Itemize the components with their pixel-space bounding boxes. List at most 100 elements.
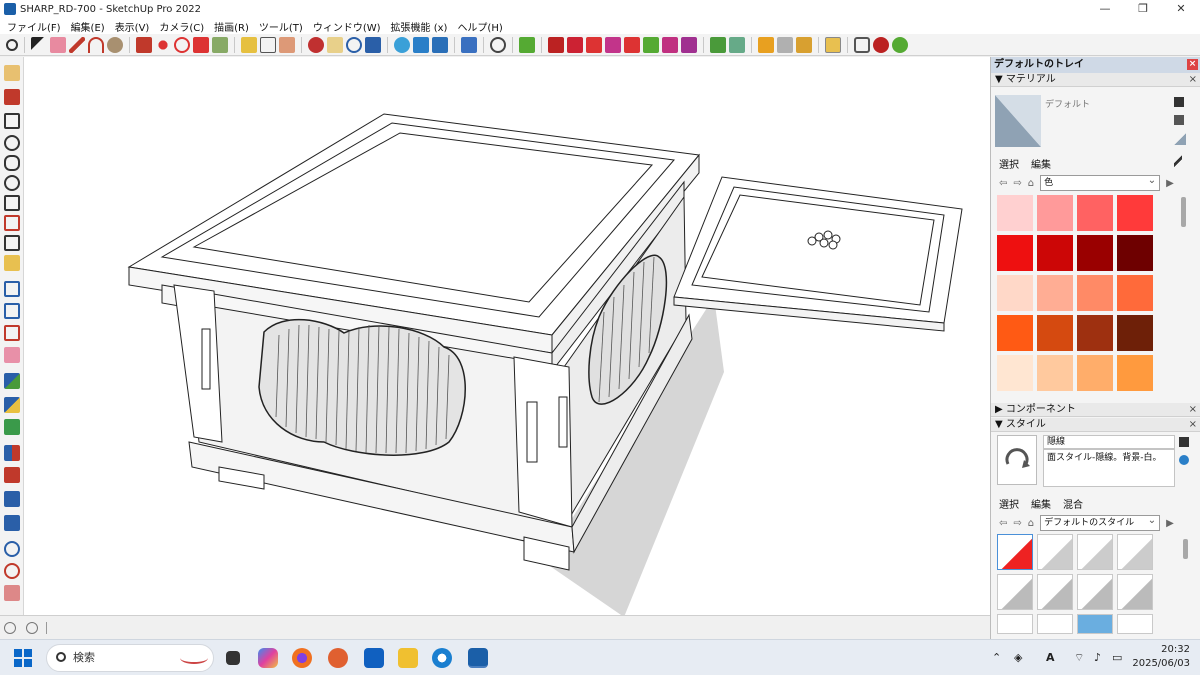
swatch[interactable] bbox=[1077, 235, 1113, 271]
rotate-icon[interactable] bbox=[174, 36, 190, 53]
styles-icon[interactable] bbox=[758, 36, 774, 53]
styles-details-arrow-icon[interactable]: ▶ bbox=[1166, 518, 1174, 529]
maximize-icon[interactable]: ❐ bbox=[1124, 0, 1162, 18]
taskbar-clock[interactable]: 20:32 2025/06/03 bbox=[1132, 643, 1190, 671]
swatch[interactable] bbox=[1037, 275, 1073, 311]
intersect-icon[interactable] bbox=[567, 36, 583, 53]
tray-app-icon[interactable]: ◈ bbox=[1014, 651, 1022, 664]
tape-icon[interactable] bbox=[4, 255, 20, 271]
swatch[interactable] bbox=[997, 195, 1033, 231]
default-material-icon[interactable] bbox=[1174, 133, 1186, 145]
tab-select[interactable]: 選択 bbox=[997, 155, 1021, 172]
tape-measure-icon[interactable] bbox=[241, 36, 257, 53]
tab-edit[interactable]: 編集 bbox=[1029, 155, 1053, 172]
info-icon[interactable] bbox=[26, 622, 38, 634]
swatch[interactable] bbox=[1077, 315, 1113, 351]
style-thumb[interactable] bbox=[997, 574, 1033, 610]
swatch[interactable] bbox=[1077, 195, 1113, 231]
home-icon[interactable]: ⌂ bbox=[1028, 178, 1034, 189]
file-explorer-icon[interactable] bbox=[398, 648, 418, 668]
dimension-icon[interactable] bbox=[4, 373, 20, 389]
arc-icon[interactable] bbox=[88, 36, 104, 53]
scale-icon[interactable] bbox=[193, 36, 209, 53]
position-camera-icon[interactable] bbox=[4, 491, 20, 507]
3d-text-icon[interactable] bbox=[4, 419, 20, 435]
styles-scrollbar[interactable] bbox=[1183, 539, 1188, 559]
styles-close-icon[interactable]: × bbox=[1189, 418, 1197, 432]
axes-icon[interactable] bbox=[279, 36, 295, 53]
menu-draw[interactable]: 描画(R) bbox=[209, 19, 254, 34]
styles-section-header[interactable]: ▼ スタイル × bbox=[991, 418, 1200, 432]
paint-bucket-icon[interactable] bbox=[107, 36, 123, 53]
copilot-icon[interactable] bbox=[258, 648, 278, 668]
sample-paint-icon[interactable] bbox=[1174, 115, 1184, 125]
pan-tool-icon[interactable] bbox=[4, 563, 20, 579]
merge-icon[interactable] bbox=[681, 36, 697, 53]
edge-icon[interactable] bbox=[432, 648, 452, 668]
style-thumb[interactable] bbox=[1037, 614, 1073, 634]
firefox-icon[interactable] bbox=[292, 648, 312, 668]
model-viewport[interactable] bbox=[24, 57, 990, 615]
style-thumb[interactable] bbox=[1117, 534, 1153, 570]
tab-styles-mix[interactable]: 混合 bbox=[1061, 495, 1085, 512]
fog-icon[interactable] bbox=[854, 36, 870, 53]
swatch[interactable] bbox=[997, 275, 1033, 311]
styles-forward-arrow-icon[interactable]: ⇨ bbox=[1013, 518, 1021, 529]
create-material-icon[interactable] bbox=[1174, 97, 1184, 107]
swatch[interactable] bbox=[1117, 315, 1153, 351]
swatch[interactable] bbox=[997, 235, 1033, 271]
swatch[interactable] bbox=[1117, 235, 1153, 271]
wifi-icon[interactable]: ⌔ bbox=[1074, 651, 1084, 665]
user-icon[interactable] bbox=[490, 36, 506, 53]
start-button[interactable] bbox=[14, 649, 32, 667]
layer-icon[interactable] bbox=[432, 36, 448, 53]
eyedropper-icon[interactable] bbox=[1174, 155, 1182, 167]
follow-me-icon[interactable] bbox=[4, 215, 20, 231]
styles-back-arrow-icon[interactable]: ⇦ bbox=[999, 518, 1007, 529]
menu-extensions[interactable]: 拡張機能 (x) bbox=[386, 19, 453, 34]
swatch[interactable] bbox=[997, 315, 1033, 351]
push-pull-tool-icon[interactable] bbox=[4, 235, 20, 251]
zoom-extents-icon[interactable] bbox=[365, 36, 381, 53]
line-tool-icon[interactable] bbox=[4, 89, 20, 105]
swatch[interactable] bbox=[1117, 355, 1153, 391]
zoom-window-icon[interactable] bbox=[4, 585, 20, 601]
pencil-tool-icon[interactable] bbox=[4, 65, 20, 81]
match-photo-icon[interactable] bbox=[873, 36, 889, 53]
menu-tools[interactable]: ツール(T) bbox=[254, 19, 308, 34]
minimize-icon[interactable]: — bbox=[1086, 0, 1124, 18]
outer-shell-icon[interactable] bbox=[548, 36, 564, 53]
solid-tools-icon[interactable] bbox=[519, 36, 535, 53]
swatch[interactable] bbox=[1117, 195, 1153, 231]
eraser-tool-icon[interactable] bbox=[4, 347, 20, 363]
move-icon[interactable] bbox=[155, 36, 171, 53]
swatch[interactable] bbox=[1037, 195, 1073, 231]
style-thumb[interactable] bbox=[1037, 534, 1073, 570]
components-section-header[interactable]: ▶ コンポーネント × bbox=[991, 403, 1200, 417]
menu-help[interactable]: ヘルプ(H) bbox=[452, 19, 507, 34]
details-arrow-icon[interactable]: ▶ bbox=[1166, 178, 1174, 189]
refresh-style-icon[interactable] bbox=[998, 436, 1036, 484]
style-collection-dropdown[interactable]: デフォルトのスタイル bbox=[1040, 514, 1161, 531]
swatch[interactable] bbox=[1077, 275, 1113, 311]
walk-icon[interactable] bbox=[4, 445, 20, 461]
chevron-up-icon[interactable]: ⌃ bbox=[992, 651, 1001, 664]
circle-icon[interactable] bbox=[4, 135, 20, 151]
trim-icon[interactable] bbox=[624, 36, 640, 53]
components-icon[interactable] bbox=[729, 36, 745, 53]
tags-icon[interactable] bbox=[777, 36, 793, 53]
materials-close-icon[interactable]: × bbox=[1189, 73, 1197, 87]
axes-tool-icon[interactable] bbox=[4, 303, 20, 319]
swatch[interactable] bbox=[997, 355, 1033, 391]
style-name-field[interactable]: 隠線 bbox=[1043, 435, 1175, 449]
search-icon[interactable] bbox=[6, 38, 18, 51]
components-close-icon[interactable]: × bbox=[1189, 403, 1197, 417]
tray-close-icon[interactable]: × bbox=[1187, 59, 1198, 70]
app-icon[interactable] bbox=[328, 648, 348, 668]
pan-icon[interactable] bbox=[327, 36, 343, 53]
shadows-icon[interactable] bbox=[825, 36, 841, 53]
materials-section-header[interactable]: ▼ マテリアル × bbox=[991, 73, 1200, 87]
geo-location-status-icon[interactable] bbox=[4, 622, 16, 634]
extension-warehouse-icon[interactable] bbox=[413, 36, 429, 53]
eraser-icon[interactable] bbox=[50, 36, 66, 53]
